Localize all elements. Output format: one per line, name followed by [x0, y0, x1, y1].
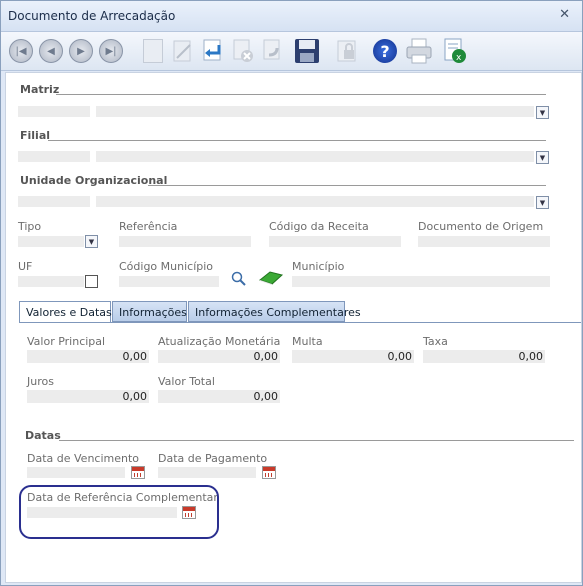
svg-text:x: x — [456, 53, 462, 63]
tipo-field[interactable] — [18, 236, 84, 247]
window-title: Documento de Arrecadação — [8, 9, 176, 23]
unidade-name-field[interactable] — [96, 196, 534, 207]
referencia-label: Referência — [119, 220, 178, 233]
tab-informacoes-complementares[interactable]: Informações Complementares — [188, 301, 361, 322]
title-bar: Documento de Arrecadação ✕ — [1, 1, 582, 32]
codigo-receita-label: Código da Receita — [269, 220, 369, 233]
redo-icon — [263, 39, 280, 60]
section-datas: Datas — [25, 429, 61, 442]
export-button[interactable]: x — [441, 37, 469, 65]
filial-dropdown-icon[interactable]: ▼ — [536, 151, 549, 164]
codigo-receita-field[interactable] — [269, 236, 401, 247]
codigo-municipio-field[interactable] — [119, 276, 219, 287]
floppy-disk-icon — [295, 39, 319, 63]
next-record-button[interactable]: ▶ — [67, 37, 95, 65]
multa-field[interactable]: 0,00 — [292, 350, 414, 363]
codigo-municipio-label: Código Município — [119, 260, 214, 273]
data-vencimento-field[interactable] — [27, 467, 125, 478]
first-record-icon: |◀ — [9, 39, 33, 63]
section-unidade: Unidade Organizacional — [20, 174, 168, 187]
unidade-dropdown-icon[interactable]: ▼ — [536, 196, 549, 209]
lock-icon — [337, 40, 356, 62]
cancel-icon — [233, 39, 253, 62]
dialog-window: Documento de Arrecadação ✕ |◀ ◀ ▶ ▶| ? x… — [0, 0, 583, 586]
referencia-field[interactable] — [119, 236, 251, 247]
valor-principal-field[interactable]: 0,00 — [27, 350, 149, 363]
filial-code-field[interactable] — [18, 151, 90, 162]
eraser-icon[interactable] — [258, 270, 284, 286]
uf-checkbox[interactable] — [85, 275, 98, 288]
search-icon[interactable] — [231, 271, 247, 287]
uf-field[interactable] — [18, 276, 84, 287]
highlight-annotation — [19, 485, 219, 539]
data-vencimento-label: Data de Vencimento — [27, 452, 140, 465]
juros-label: Juros — [27, 375, 54, 388]
new-document-icon — [143, 39, 163, 63]
calendar-icon[interactable] — [131, 466, 145, 479]
atualizacao-field[interactable]: 0,00 — [158, 350, 280, 363]
valor-total-label: Valor Total — [158, 375, 215, 388]
section-divider — [48, 140, 546, 141]
valor-principal-label: Valor Principal — [27, 335, 106, 348]
section-divider — [59, 440, 574, 441]
calendar-icon[interactable] — [262, 466, 276, 479]
help-button[interactable]: ? — [371, 37, 399, 65]
tipo-label: Tipo — [18, 220, 42, 233]
section-matriz: Matriz — [20, 83, 60, 96]
form-content: Matriz ▼ Filial ▼ Unidade Organizacional… — [5, 72, 582, 583]
filial-name-field[interactable] — [96, 151, 534, 162]
unidade-code-field[interactable] — [18, 196, 90, 207]
first-record-button[interactable]: |◀ — [7, 37, 35, 65]
tab-divider — [19, 322, 581, 323]
previous-record-icon: ◀ — [39, 39, 63, 63]
help-icon: ? — [373, 39, 397, 63]
section-filial: Filial — [20, 129, 51, 142]
confirm-arrow-icon — [203, 39, 221, 61]
section-divider — [56, 94, 546, 95]
print-button[interactable] — [405, 37, 433, 65]
printer-icon — [406, 38, 432, 64]
municipio-label: Município — [292, 260, 345, 273]
matriz-name-field[interactable] — [96, 106, 534, 117]
data-pagamento-label: Data de Pagamento — [158, 452, 268, 465]
taxa-label: Taxa — [423, 335, 448, 348]
matriz-code-field[interactable] — [18, 106, 90, 117]
municipio-field[interactable] — [292, 276, 550, 287]
redo-button[interactable] — [259, 37, 287, 65]
section-divider — [148, 185, 546, 186]
previous-record-button[interactable]: ◀ — [37, 37, 65, 65]
last-record-icon: ▶| — [99, 39, 123, 63]
confirm-button[interactable] — [199, 37, 227, 65]
multa-label: Multa — [292, 335, 323, 348]
tab-informacoes[interactable]: Informações — [112, 301, 187, 322]
edit-pencil-icon — [173, 40, 191, 62]
documento-origem-label: Documento de Origem — [418, 220, 544, 233]
new-button[interactable] — [139, 37, 167, 65]
close-icon[interactable]: ✕ — [559, 7, 570, 22]
save-button[interactable] — [293, 37, 321, 65]
matriz-dropdown-icon[interactable]: ▼ — [536, 106, 549, 119]
tipo-dropdown-icon[interactable]: ▼ — [85, 235, 98, 248]
data-pagamento-field[interactable] — [158, 467, 256, 478]
documento-origem-field[interactable] — [418, 236, 550, 247]
lock-button[interactable] — [333, 37, 361, 65]
uf-label: UF — [18, 260, 33, 273]
toolbar: |◀ ◀ ▶ ▶| ? x — [1, 32, 582, 71]
export-excel-icon: x — [444, 38, 466, 63]
juros-field[interactable]: 0,00 — [27, 390, 149, 403]
valor-total-field[interactable]: 0,00 — [158, 390, 280, 403]
cancel-button[interactable] — [229, 37, 257, 65]
next-record-icon: ▶ — [69, 39, 93, 63]
tab-valores-datas[interactable]: Valores e Datas — [19, 301, 112, 323]
last-record-button[interactable]: ▶| — [97, 37, 125, 65]
edit-button[interactable] — [169, 37, 197, 65]
atualizacao-label: Atualização Monetária — [158, 335, 281, 348]
taxa-field[interactable]: 0,00 — [423, 350, 545, 363]
